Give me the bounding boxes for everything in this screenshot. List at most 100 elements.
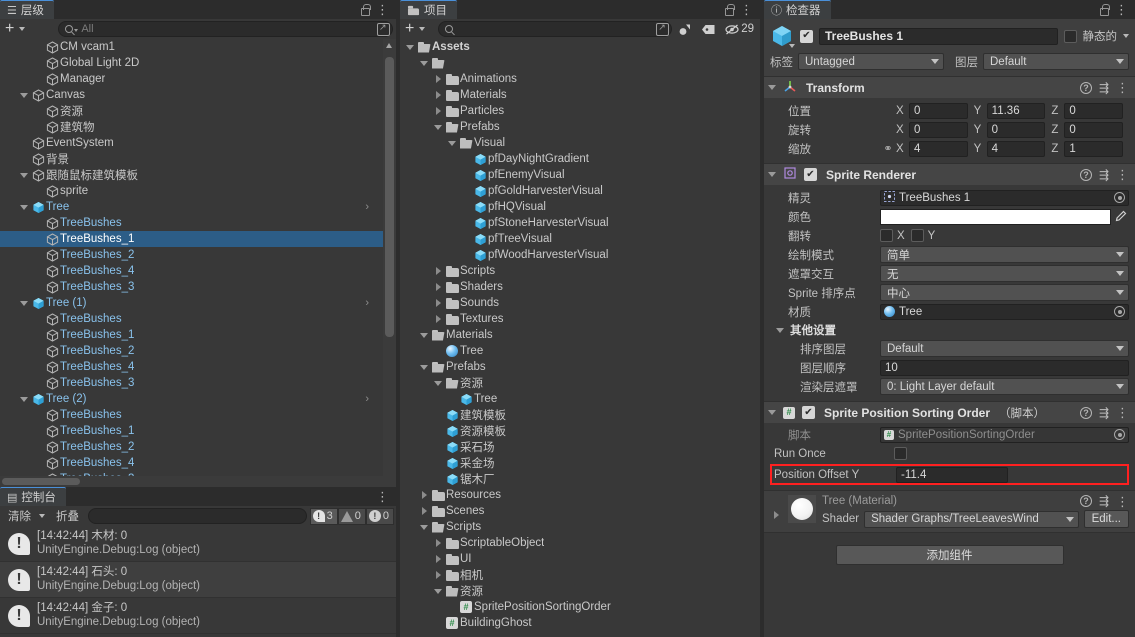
clear-button[interactable]: 清除	[2, 508, 37, 525]
transform-foldout-icon[interactable]	[766, 85, 778, 90]
foldout-expanded-icon[interactable]	[446, 140, 458, 146]
material-preset-icon[interactable]: ⇶	[1099, 495, 1109, 507]
shader-dropdown[interactable]: Shader Graphs/TreeLeavesWind	[864, 510, 1079, 528]
tree-row[interactable]: Prefabs	[400, 119, 760, 135]
tree-row[interactable]: Tree (2) ›	[0, 391, 383, 407]
foldout-collapsed-icon[interactable]	[418, 507, 430, 515]
tab-inspector[interactable]: ⓘ 检查器	[764, 0, 831, 19]
tree-row[interactable]: Particles	[400, 103, 760, 119]
foldout-expanded-icon[interactable]	[18, 92, 30, 98]
foldout-expanded-icon[interactable]	[418, 524, 430, 530]
tree-row[interactable]: 资源模板	[400, 423, 760, 439]
script-kebab-icon[interactable]: ⋮	[1116, 406, 1129, 419]
tree-row[interactable]: Global Light 2D	[0, 55, 383, 71]
tree-row[interactable]: Canvas	[0, 87, 383, 103]
transform-x-input[interactable]: 0	[909, 102, 968, 119]
open-prefab-chevron-icon[interactable]: ›	[365, 297, 379, 309]
sorting-layer-dropdown[interactable]: Default	[880, 340, 1129, 357]
tree-row[interactable]: Assets	[400, 39, 760, 55]
tree-row[interactable]: TreeBushes_3	[0, 279, 383, 295]
tree-row[interactable]: Resources	[400, 487, 760, 503]
tree-row[interactable]: pfWoodHarvesterVisual	[400, 247, 760, 263]
script-enabled-checkbox[interactable]	[802, 406, 815, 419]
tree-row[interactable]: TreeBushes_2	[0, 247, 383, 263]
console-search-input[interactable]	[88, 508, 307, 524]
tree-row[interactable]: pfDayNightGradient	[400, 151, 760, 167]
flip-y-checkbox[interactable]	[910, 229, 924, 242]
draw-mode-dropdown[interactable]: 简单	[880, 246, 1129, 263]
transform-component-header[interactable]: Transform ? ⇶ ⋮	[764, 76, 1135, 98]
kebab-menu-icon[interactable]: ⋮	[376, 3, 389, 16]
error-count-toggle[interactable]: ! 3	[309, 507, 338, 525]
script-component-header[interactable]: # Sprite Position Sorting Order （脚本） ? ⇶…	[764, 401, 1135, 423]
other-settings-foldout-icon[interactable]	[774, 327, 786, 333]
transform-kebab-icon[interactable]: ⋮	[1116, 81, 1129, 94]
transform-y-input[interactable]: 11.36	[986, 102, 1046, 119]
sprite-object-field[interactable]: TreeBushes 1	[880, 189, 1129, 206]
script-preset-icon[interactable]: ⇶	[1099, 407, 1109, 419]
tree-row[interactable]: UI	[400, 551, 760, 567]
sprite-renderer-foldout-icon[interactable]	[766, 172, 778, 177]
foldout-collapsed-icon[interactable]	[432, 283, 444, 291]
material-kebab-icon[interactable]: ⋮	[1116, 495, 1129, 508]
console-log-row[interactable]: ! [14:42:44] 木材: 0 UnityEngine.Debug:Log (…	[0, 526, 396, 562]
tree-row[interactable]: pfEnemyVisual	[400, 167, 760, 183]
material-foldout-icon[interactable]	[770, 511, 782, 519]
tree-row[interactable]: Manager	[0, 71, 383, 87]
console-kebab-menu-icon[interactable]: ⋮	[376, 490, 389, 503]
tree-row[interactable]: EventSystem	[0, 135, 383, 151]
help-icon[interactable]: ?	[1079, 81, 1092, 94]
tree-row[interactable]: 资源	[400, 583, 760, 599]
eyedropper-icon[interactable]	[1111, 210, 1129, 223]
tree-row[interactable]: pfStoneHarvesterVisual	[400, 215, 760, 231]
tree-row[interactable]: Sounds	[400, 295, 760, 311]
foldout-collapsed-icon[interactable]	[432, 107, 444, 115]
tree-row[interactable]: 背景	[0, 151, 383, 167]
sprite-renderer-preset-icon[interactable]: ⇶	[1099, 169, 1109, 181]
tree-row[interactable]: pfTreeVisual	[400, 231, 760, 247]
transform-z-input[interactable]: 0	[1064, 121, 1124, 138]
project-tree[interactable]: Assets Animations Materials Particles Prefab…	[400, 39, 760, 637]
gameobject-name-input[interactable]: TreeBushes 1	[819, 27, 1058, 45]
shader-edit-button[interactable]: Edit...	[1083, 510, 1129, 528]
transform-z-input[interactable]: 1	[1064, 140, 1124, 157]
tree-row[interactable]: TreeBushes_3	[0, 375, 383, 391]
foldout-expanded-icon[interactable]	[418, 60, 430, 66]
sprite-renderer-kebab-icon[interactable]: ⋮	[1116, 168, 1129, 181]
transform-x-input[interactable]: 0	[909, 121, 968, 138]
flip-x-checkbox[interactable]	[880, 229, 893, 242]
project-lock-icon[interactable]	[724, 4, 735, 16]
tree-row[interactable]: TreeBushes_1	[0, 327, 383, 343]
tree-row[interactable]: 采金场	[400, 455, 760, 471]
tree-row[interactable]: TreeBushes_2	[0, 439, 383, 455]
tree-row[interactable]: Scripts	[400, 263, 760, 279]
material-help-icon[interactable]: ?	[1079, 495, 1092, 507]
tree-row[interactable]: sprite	[0, 183, 383, 199]
tree-row[interactable]: 锯木厂	[400, 471, 760, 487]
tree-row[interactable]: 跟随鼠标建筑模板	[0, 167, 383, 183]
tree-row[interactable]: pfHQVisual	[400, 199, 760, 215]
clear-dropdown-caret-icon[interactable]	[39, 514, 45, 518]
foldout-collapsed-icon[interactable]	[432, 299, 444, 307]
static-checkbox[interactable]	[1063, 29, 1077, 43]
transform-y-input[interactable]: 4	[986, 140, 1046, 157]
foldout-expanded-icon[interactable]	[432, 588, 444, 594]
tree-row[interactable]: TreeBushes_1	[0, 231, 383, 247]
search-expand-icon[interactable]	[377, 22, 390, 36]
foldout-expanded-icon[interactable]	[432, 124, 444, 130]
gameobject-enabled-checkbox[interactable]	[800, 29, 813, 43]
other-settings-foldout[interactable]: 其他设置	[770, 321, 1129, 339]
tree-row[interactable]: # BuildingGhost	[400, 615, 760, 631]
foldout-expanded-icon[interactable]	[404, 44, 416, 50]
tree-row[interactable]: Materials	[400, 87, 760, 103]
foldout-expanded-icon[interactable]	[18, 300, 30, 306]
foldout-expanded-icon[interactable]	[418, 364, 430, 370]
tree-row[interactable]: ScriptableObject	[400, 535, 760, 551]
tree-row[interactable]: Tree	[400, 343, 760, 359]
tree-row[interactable]: TreeBushes	[0, 407, 383, 423]
tree-row[interactable]: Materials	[400, 327, 760, 343]
tab-hierarchy[interactable]: ☰ 层级	[0, 0, 54, 19]
filter-by-type-icon[interactable]	[675, 21, 695, 37]
sprite-renderer-component-header[interactable]: Sprite Renderer ? ⇶ ⋮	[764, 163, 1135, 185]
tree-row[interactable]: Tree (1) ›	[0, 295, 383, 311]
